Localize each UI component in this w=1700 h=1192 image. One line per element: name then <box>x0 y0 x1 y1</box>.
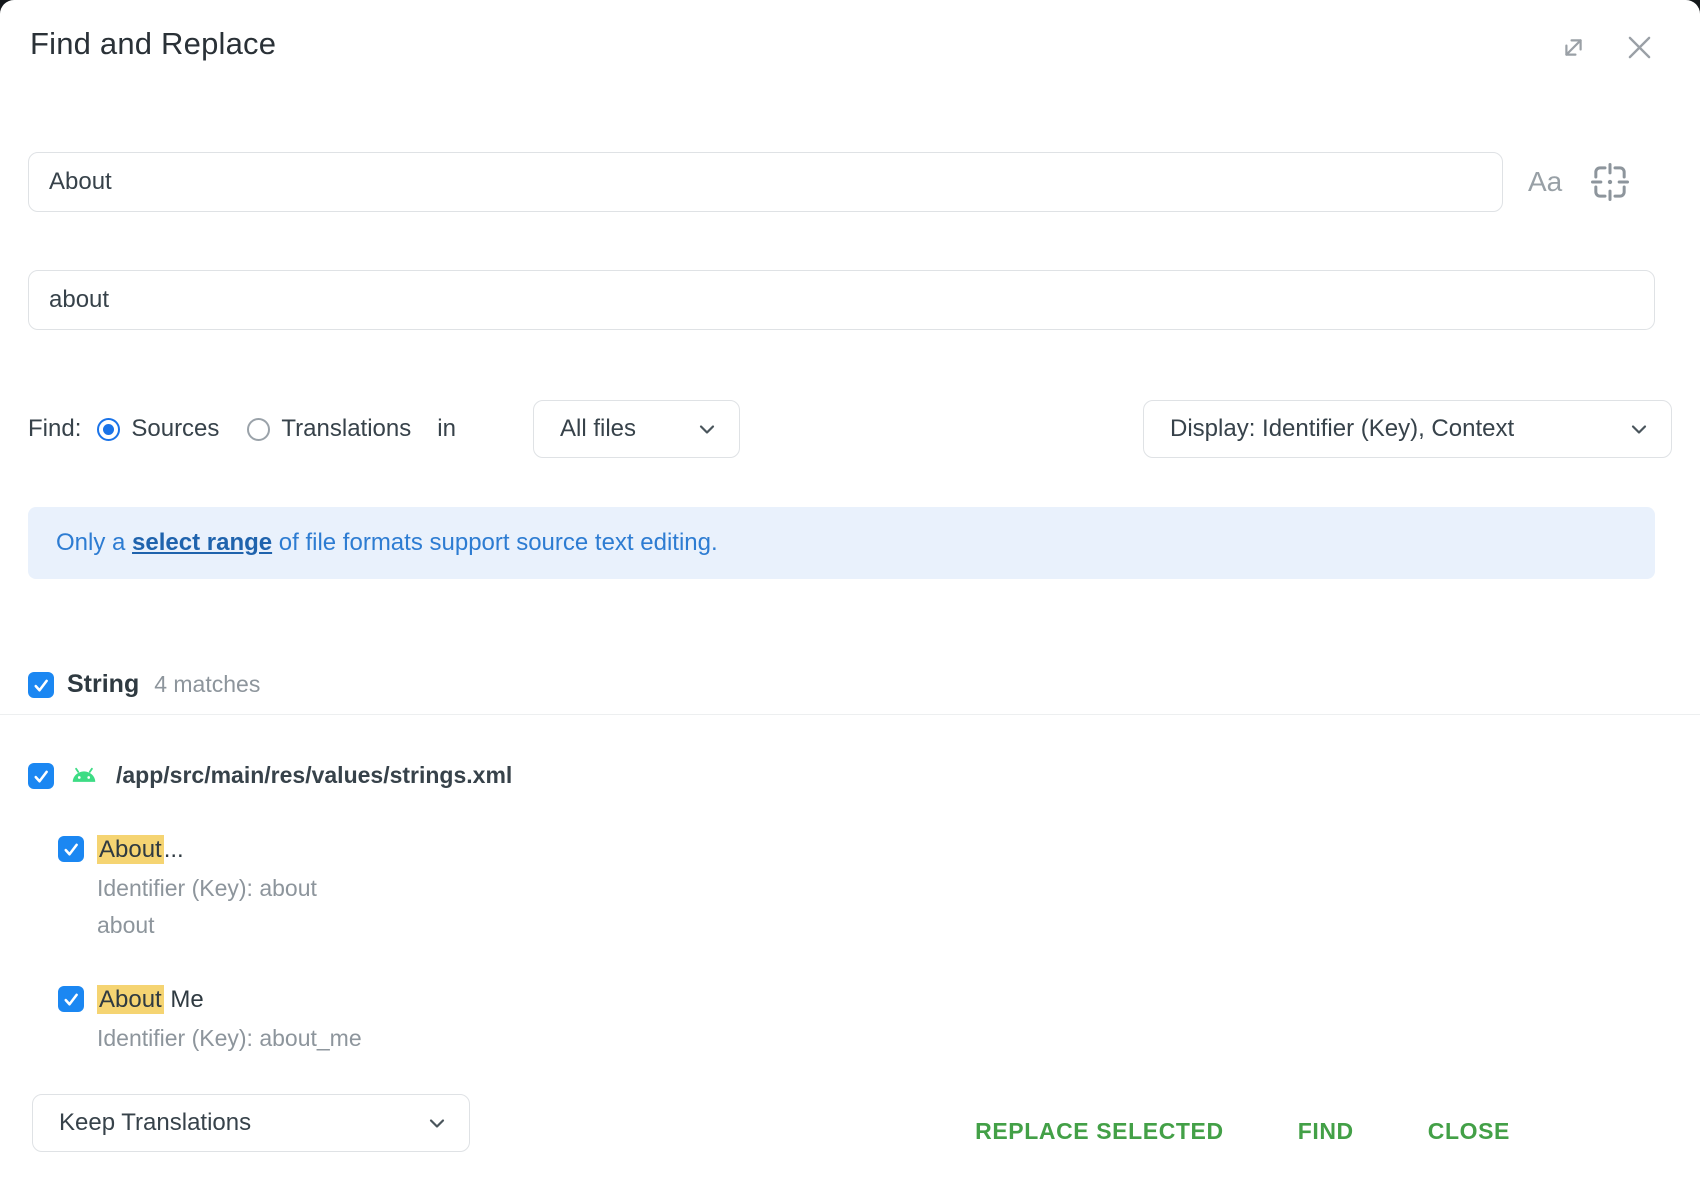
match-checkbox[interactable] <box>58 986 84 1012</box>
window-controls <box>1556 30 1656 64</box>
chevron-down-icon <box>425 1111 449 1135</box>
display-filter-value: Display: Identifier (Key), Context <box>1170 415 1514 443</box>
banner-text: Only a select range of file formats supp… <box>56 529 718 557</box>
expand-icon <box>1558 32 1589 63</box>
search-input[interactable] <box>28 152 1503 212</box>
match-details: Identifier (Key): about about <box>97 870 317 944</box>
radio-sources[interactable]: Sources <box>97 415 219 443</box>
match-case-button[interactable]: Aa <box>1528 166 1562 198</box>
close-icon <box>1623 31 1656 64</box>
in-label: in <box>437 415 456 443</box>
keep-translations-value: Keep Translations <box>59 1109 251 1137</box>
replace-input[interactable] <box>28 270 1655 330</box>
match-rest: Me <box>164 986 204 1013</box>
group-label: String <box>67 670 139 699</box>
match-item: About... Identifier (Key): about about <box>58 836 317 944</box>
radio-sources-label: Sources <box>131 415 219 443</box>
result-group-row: String 4 matches <box>28 670 260 699</box>
divider <box>0 714 1700 715</box>
group-checkbox[interactable] <box>28 672 54 698</box>
regex-selection-icon[interactable] <box>1590 162 1630 202</box>
files-filter-select[interactable]: All files <box>533 400 740 458</box>
match-identifier: Identifier (Key): about <box>97 870 317 907</box>
match-text: About Me <box>97 986 204 1014</box>
file-path: /app/src/main/res/values/strings.xml <box>116 762 512 789</box>
replace-selected-button[interactable]: REPLACE SELECTED <box>975 1118 1224 1145</box>
match-item: About Me Identifier (Key): about_me <box>58 986 362 1057</box>
match-text: About... <box>97 836 184 864</box>
radio-translations[interactable]: Translations <box>247 415 411 443</box>
radio-translations-circle <box>247 418 270 441</box>
match-highlight: About <box>97 985 164 1014</box>
find-scope-options: Find: Sources Translations in <box>28 400 456 458</box>
banner-prefix: Only a <box>56 529 132 556</box>
expand-button[interactable] <box>1556 30 1590 64</box>
close-dialog-button[interactable]: CLOSE <box>1428 1118 1510 1145</box>
chevron-down-icon <box>695 417 719 441</box>
radio-translations-label: Translations <box>281 415 411 443</box>
file-checkbox[interactable] <box>28 763 54 789</box>
find-options-row: Find: Sources Translations in All files … <box>28 400 1672 458</box>
radio-sources-circle <box>97 418 120 441</box>
find-label: Find: <box>28 415 81 443</box>
display-filter-select[interactable]: Display: Identifier (Key), Context <box>1143 400 1672 458</box>
group-match-count: 4 matches <box>154 671 260 698</box>
chevron-down-icon <box>1627 417 1651 441</box>
android-icon <box>69 766 99 786</box>
select-range-link[interactable]: select range <box>132 529 272 556</box>
close-button[interactable] <box>1622 30 1656 64</box>
find-and-replace-dialog: Find and Replace Aa <box>0 0 1700 1192</box>
footer-actions: REPLACE SELECTED FIND CLOSE <box>975 1111 1510 1151</box>
dialog-title: Find and Replace <box>30 26 276 62</box>
keep-translations-select[interactable]: Keep Translations <box>32 1094 470 1152</box>
files-filter-value: All files <box>560 415 636 443</box>
file-row: /app/src/main/res/values/strings.xml <box>28 762 512 789</box>
search-input-tools: Aa <box>1528 152 1630 212</box>
match-context: about <box>97 907 317 944</box>
match-checkbox[interactable] <box>58 836 84 862</box>
banner-suffix: of file formats support source text edit… <box>272 529 718 556</box>
match-highlight: About <box>97 835 164 864</box>
match-details: Identifier (Key): about_me <box>97 1020 362 1057</box>
match-rest: ... <box>164 836 184 863</box>
find-button[interactable]: FIND <box>1298 1118 1354 1145</box>
info-banner: Only a select range of file formats supp… <box>28 507 1655 579</box>
match-identifier: Identifier (Key): about_me <box>97 1020 362 1057</box>
